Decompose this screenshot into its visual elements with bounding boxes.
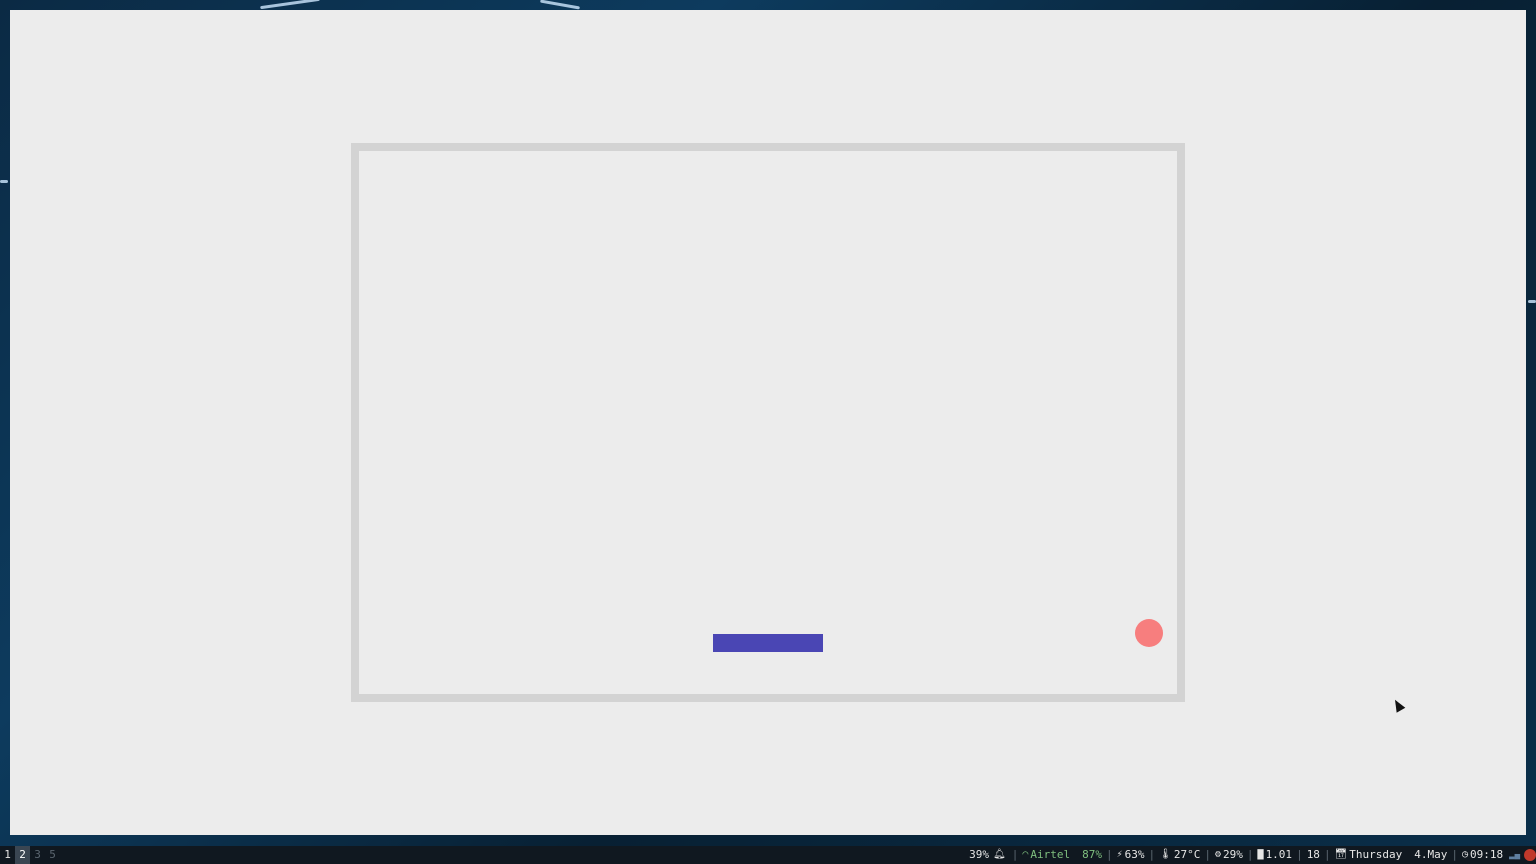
- time-value: 09:18: [1470, 848, 1504, 861]
- paddle[interactable]: [713, 634, 823, 652]
- day-value: Thursday: [1349, 848, 1403, 861]
- calendar-icon: 📅︎: [1334, 849, 1348, 860]
- date-value: 4.May: [1414, 848, 1448, 861]
- workspace-switcher: 1 2 3 5: [0, 846, 60, 864]
- temperature-value: 27°C: [1173, 848, 1201, 861]
- load-widget: ▇ 1.01: [1255, 846, 1296, 864]
- wallpaper-streak: [1528, 300, 1536, 303]
- cpu-value: 29%: [1223, 848, 1243, 861]
- wifi-strength: 87%: [1082, 848, 1103, 861]
- network-widget[interactable]: ◠ Airtel 87%: [1019, 846, 1105, 864]
- divider: |: [1451, 848, 1458, 861]
- network-name: Airtel: [1030, 848, 1071, 861]
- workspace-3[interactable]: 3: [30, 846, 45, 864]
- ball: [1135, 619, 1163, 647]
- bell-icon: 🔔︎: [993, 849, 1006, 860]
- game-window: [10, 10, 1526, 835]
- game-board[interactable]: [351, 143, 1185, 702]
- workspace-5[interactable]: 5: [45, 846, 60, 864]
- bar-chart-icon: ▇: [1257, 849, 1264, 860]
- divider: |: [1011, 848, 1019, 861]
- wallpaper-streak: [260, 0, 320, 10]
- status-widgets: 39% 🔔︎ | ◠ Airtel 87% | ⚡︎ 63% | 🌡︎ 27°C…: [966, 846, 1536, 864]
- signal-icon: ▂▄: [1509, 850, 1520, 860]
- workspace-2[interactable]: 2: [15, 846, 30, 864]
- clock-icon: ◷: [1462, 849, 1469, 860]
- volume-value: 39%: [969, 848, 990, 861]
- load-count-widget: 18: [1304, 846, 1323, 864]
- wallpaper-streak: [0, 180, 8, 183]
- clock-widget[interactable]: ◷ 09:18: [1459, 846, 1506, 864]
- system-tray-icon[interactable]: [1524, 849, 1536, 861]
- status-bar: 1 2 3 5 39% 🔔︎ | ◠ Airtel 87% | ⚡︎ 63% |…: [0, 846, 1536, 864]
- load-count: 18: [1306, 848, 1320, 861]
- thermometer-icon: 🌡︎: [1159, 849, 1172, 860]
- temperature-widget: 🌡︎ 27°C: [1156, 846, 1203, 864]
- divider: |: [1148, 848, 1156, 861]
- volume-widget[interactable]: 39% 🔔︎: [966, 846, 1011, 864]
- divider: |: [1296, 848, 1303, 861]
- divider: |: [1106, 848, 1113, 861]
- wallpaper-streak: [540, 0, 580, 10]
- battery-widget[interactable]: ⚡︎ 63%: [1114, 846, 1148, 864]
- date-widget[interactable]: 📅︎ Thursday 4.May: [1332, 846, 1451, 864]
- wifi-icon: ◠: [1022, 849, 1029, 860]
- cpu-icon: ⚙︎: [1215, 849, 1222, 860]
- battery-value: 63%: [1124, 848, 1145, 861]
- cpu-widget: ⚙︎ 29%: [1212, 846, 1246, 864]
- divider: |: [1204, 848, 1211, 861]
- divider: |: [1246, 848, 1254, 861]
- load-value: 1.01: [1265, 848, 1293, 861]
- divider: |: [1323, 848, 1331, 861]
- workspace-1[interactable]: 1: [0, 846, 15, 864]
- battery-charging-icon: ⚡︎: [1116, 849, 1123, 860]
